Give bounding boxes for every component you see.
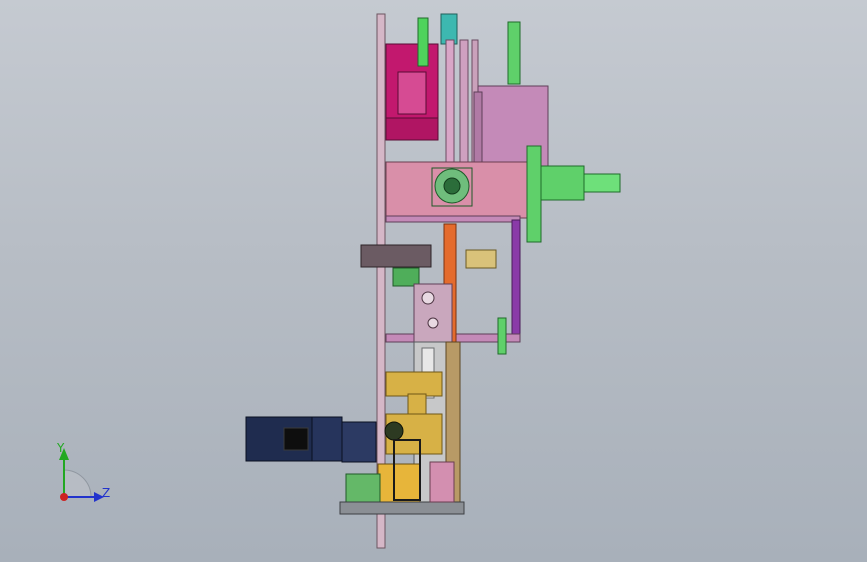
triad-y-label: Y — [56, 441, 65, 455]
gold-bracket-mid — [407, 393, 427, 417]
gear-motor-gearbox — [311, 416, 343, 462]
gold-bracket-top — [385, 371, 443, 397]
pulley-top — [384, 421, 404, 441]
guide-rail-1 — [445, 39, 455, 163]
mount-hole-2 — [427, 317, 439, 329]
mid-frame-right — [511, 219, 521, 343]
guide-rail-2 — [459, 39, 469, 163]
bottom-plate — [339, 501, 465, 515]
triad-z-label: Z — [102, 486, 110, 500]
bearing-flange-inner — [443, 177, 461, 195]
upper-mauve-housing-frame — [473, 91, 483, 169]
magenta-block-inner — [397, 71, 427, 115]
bottom-gold-base — [377, 463, 421, 503]
magenta-block-lower — [385, 117, 439, 141]
top-rod-right — [507, 21, 521, 85]
mid-frame-top — [385, 215, 521, 223]
bottom-green-base — [345, 473, 381, 507]
servo-motor-cylinder — [526, 145, 542, 243]
top-rod-left — [417, 17, 429, 67]
gear-motor-flange — [341, 421, 377, 463]
triad-arc — [63, 469, 92, 498]
sensor-rod-1 — [497, 317, 507, 355]
3d-viewport[interactable]: Y Z — [0, 0, 867, 562]
triad-origin — [60, 493, 68, 501]
cad-assembly-model[interactable]: Y Z — [0, 0, 867, 562]
coordinate-triad: Y Z — [56, 441, 110, 502]
bottom-pink-block — [429, 461, 455, 503]
servo-motor-body — [539, 165, 585, 201]
sensor-block-2 — [465, 249, 497, 269]
mount-hole-1 — [421, 291, 435, 305]
dark-slide-bar — [360, 244, 432, 268]
servo-motor-end — [583, 173, 621, 193]
mid-mount-plate — [413, 283, 453, 343]
gear-motor-terminal — [283, 427, 309, 451]
sensor-block-1 — [392, 267, 420, 287]
